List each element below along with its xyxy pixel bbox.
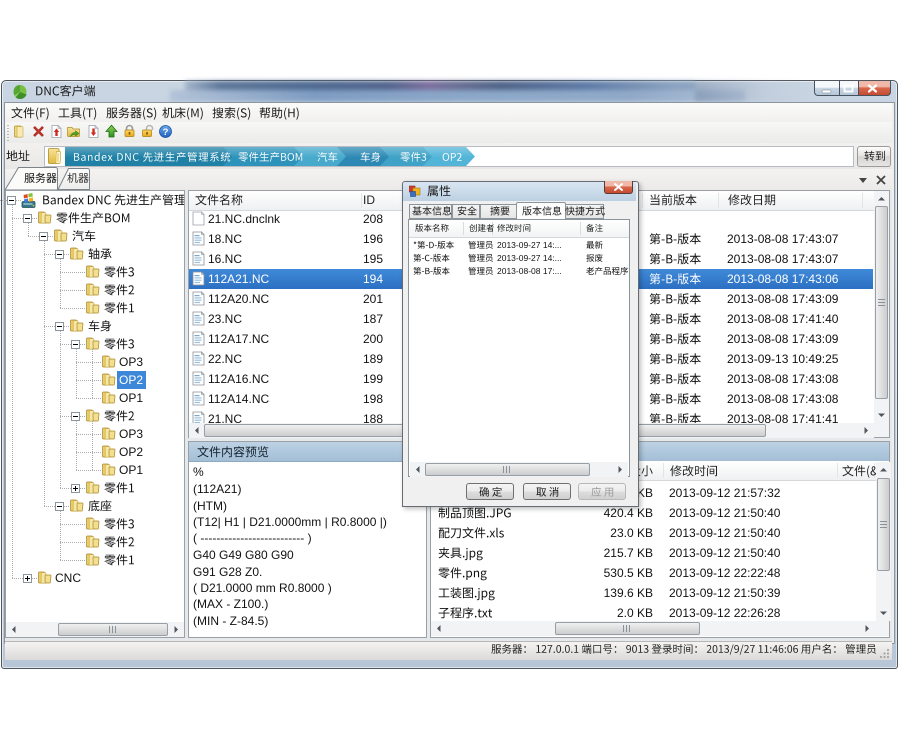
svg-text:?: ? bbox=[163, 127, 169, 138]
